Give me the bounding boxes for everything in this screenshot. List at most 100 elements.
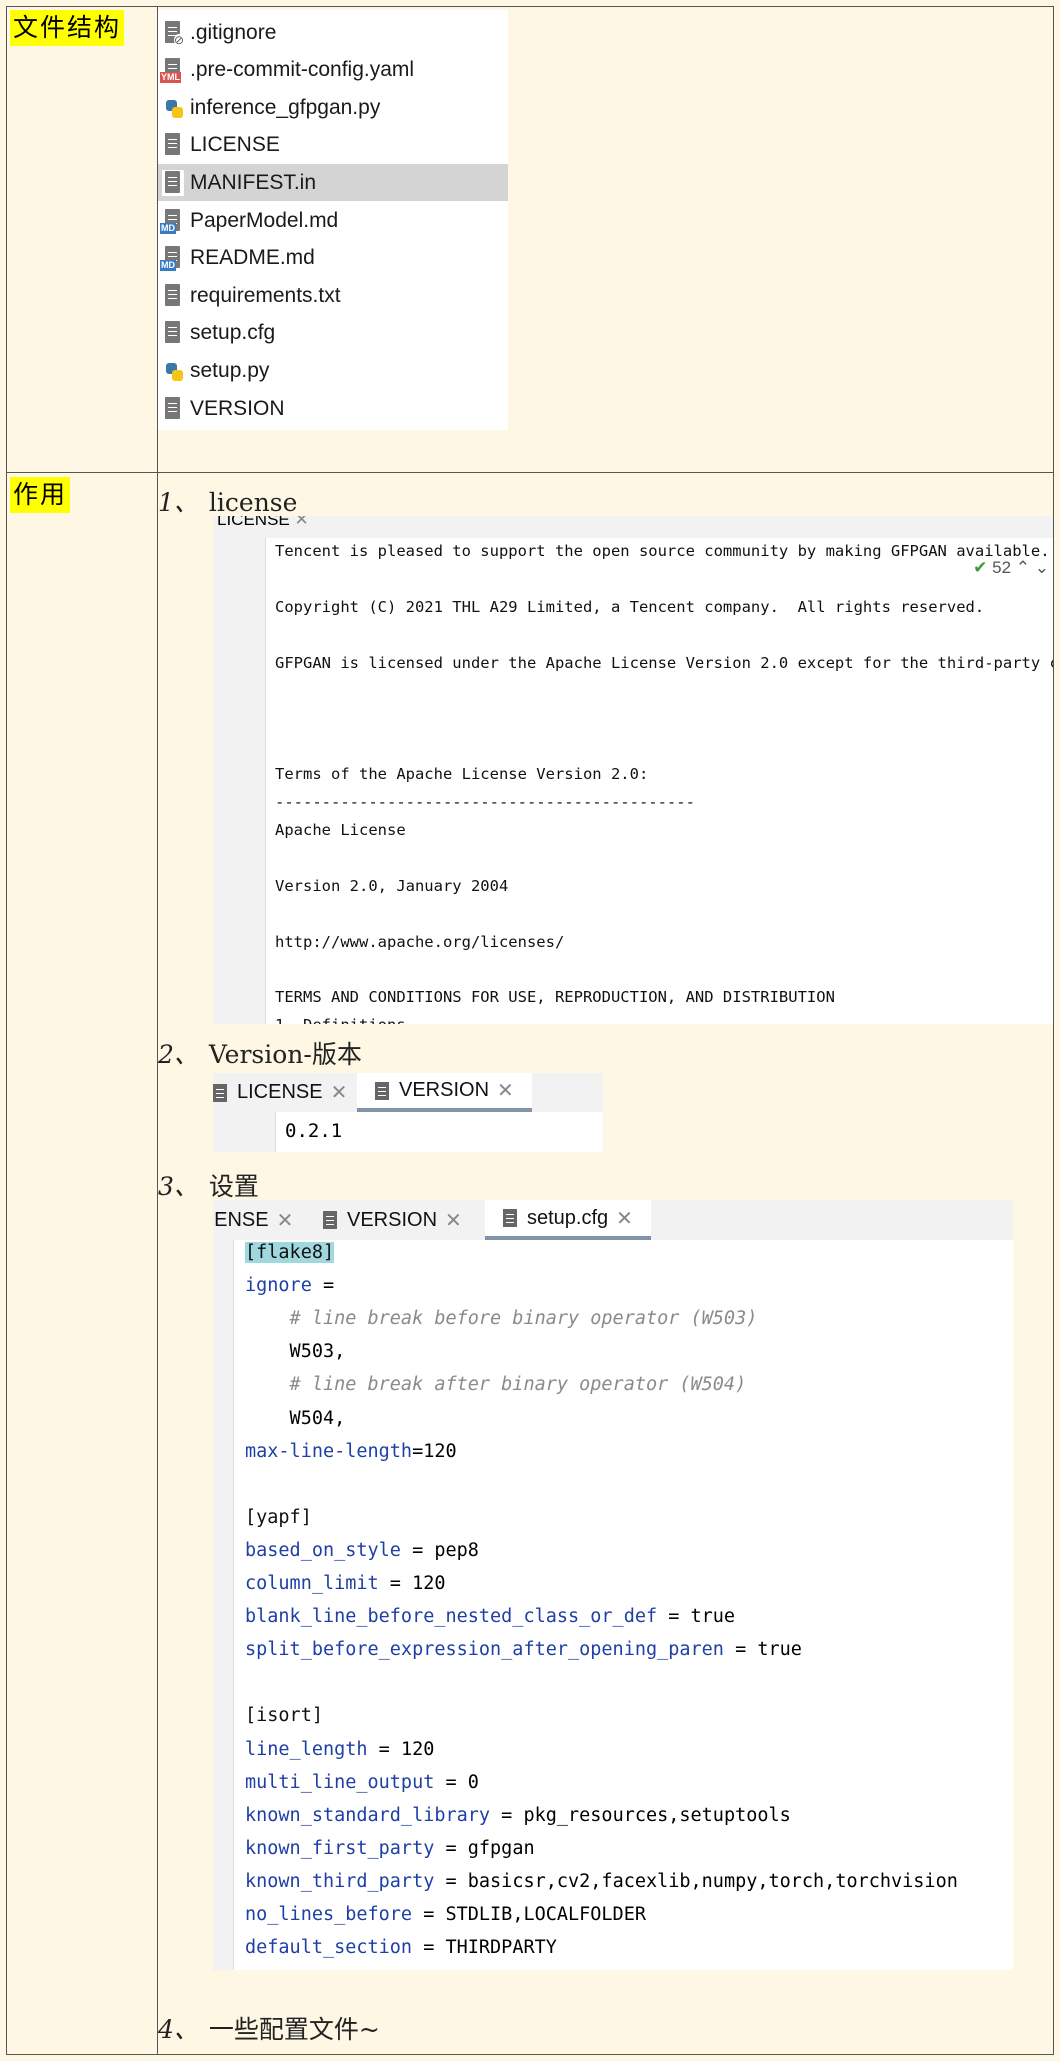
- cfg-tabbar: LICENSE✕ VERSION✕ setup.cfg✕: [213, 1200, 1013, 1240]
- tab-license[interactable]: LICENSE ✕: [217, 516, 309, 530]
- cfg-line: # line break before binary operator (W50…: [245, 1308, 758, 1330]
- chevron-up-icon[interactable]: ⌃: [1016, 558, 1030, 577]
- tree-item-label: LICENSE: [190, 133, 280, 157]
- python-icon: [162, 95, 184, 121]
- file-icon: [375, 1081, 389, 1100]
- gitignore-icon: ⊘: [162, 19, 184, 46]
- tree-item-label: setup.py: [190, 358, 270, 382]
- purpose-label: 作用: [10, 477, 71, 513]
- section-number: 3、: [158, 1172, 199, 1201]
- cfg-line: ignore =: [245, 1275, 335, 1297]
- cfg-line: line_length = 120: [245, 1738, 435, 1760]
- tree-item[interactable]: MD README.md: [158, 240, 508, 277]
- tree-item-label: setup.cfg: [190, 321, 276, 345]
- chevron-down-icon[interactable]: ⌄: [1035, 558, 1049, 577]
- tree-item[interactable]: ⊘ .gitignore: [158, 14, 508, 51]
- cfg-line: multi_line_output = 0: [245, 1771, 479, 1793]
- section-number: 1、: [158, 488, 199, 517]
- python-icon: [162, 358, 184, 384]
- tree-item[interactable]: LICENSE: [158, 127, 508, 164]
- file-icon: [323, 1211, 337, 1229]
- tree-item-label: requirements.txt: [190, 283, 341, 307]
- cfg-line: based_on_style = pep8: [245, 1539, 479, 1561]
- cfg-line: W504,: [245, 1407, 346, 1429]
- tree-item[interactable]: requirements.txt: [158, 277, 508, 314]
- cfg-line: [isort]: [245, 1705, 323, 1727]
- text-file-icon: [162, 320, 184, 347]
- license-line: Version 2.0, January 2004: [275, 876, 509, 895]
- tree-item-label: PaperModel.md: [190, 208, 339, 232]
- cfg-line: known_third_party = basicsr,cv2,facexlib…: [245, 1870, 958, 1892]
- markdown-icon: MD: [160, 207, 184, 234]
- tab-version[interactable]: VERSION ✕: [323, 1200, 462, 1240]
- tab-license[interactable]: LICENSE✕: [213, 1073, 347, 1112]
- tree-item-label: inference_gfpgan.py: [190, 95, 381, 119]
- cfg-line: [flake8]: [245, 1242, 335, 1263]
- section-number: 2、: [158, 1040, 199, 1069]
- tree-item-external-libraries[interactable]: 外部库: [158, 428, 508, 430]
- problem-count: 52: [992, 558, 1012, 577]
- section-title: Version-版本: [208, 1040, 362, 1069]
- tree-item[interactable]: inference_gfpgan.py: [158, 89, 508, 126]
- cfg-line: blank_line_before_nested_class_or_def = …: [245, 1606, 736, 1628]
- license-line: GFPGAN is licensed under the Apache Lice…: [275, 653, 1053, 672]
- close-icon[interactable]: ✕: [497, 1078, 514, 1103]
- line-gutter: [213, 1240, 234, 1970]
- cfg-line: column_limit = 120: [245, 1573, 446, 1594]
- cfg-line: split_before_expression_after_opening_pa…: [245, 1639, 802, 1661]
- version-value: 0.2.1: [285, 1120, 343, 1142]
- tree-item[interactable]: setup.cfg: [158, 315, 508, 352]
- tab-version[interactable]: VERSION ✕: [357, 1073, 532, 1112]
- cfg-line: max-line-length=120: [245, 1440, 457, 1462]
- setup-cfg-editor: [flake8] ignore = # line break before bin…: [213, 1240, 1013, 1970]
- file-icon: [213, 1083, 227, 1102]
- section4-heading: 4、 一些配置文件~: [158, 2010, 380, 2046]
- cfg-line: default_section = THIRDPARTY: [245, 1937, 557, 1959]
- cfg-line: known_standard_library = pkg_resources,s…: [245, 1804, 791, 1826]
- markdown-icon: MD: [160, 245, 184, 272]
- section3-heading: 3、 设置: [158, 1167, 259, 1203]
- text-file-icon: [162, 169, 184, 196]
- row-divider: [7, 472, 1053, 473]
- close-icon[interactable]: ✕: [277, 1208, 294, 1233]
- cfg-line: W503,: [245, 1341, 346, 1363]
- inspection-widget[interactable]: ✔ 52 ⌃ ⌄: [969, 558, 1049, 578]
- tab-license[interactable]: LICENSE✕: [213, 1200, 293, 1240]
- section-title: license: [208, 488, 298, 517]
- cfg-line: no_lines_before = STDLIB,LOCALFOLDER: [245, 1904, 646, 1925]
- tree-item[interactable]: VERSION: [158, 390, 508, 427]
- section-number: 4、: [158, 2015, 199, 2044]
- text-file-icon: [162, 282, 184, 309]
- close-icon[interactable]: ✕: [331, 1080, 348, 1105]
- close-icon[interactable]: ✕: [445, 1208, 462, 1233]
- tree-item-label: VERSION: [190, 396, 285, 420]
- cfg-line: [yapf]: [245, 1506, 312, 1528]
- version-tabbar: LICENSE ✕ VERSION ✕: [213, 1073, 603, 1112]
- project-file-tree: ⊘ .gitignore YML .pre-commit-config.yaml inf…: [158, 10, 508, 430]
- tree-item[interactable]: MD PaperModel.md: [158, 202, 508, 239]
- check-icon: ✔: [973, 558, 988, 577]
- tree-item-label: .gitignore: [190, 20, 277, 44]
- license-line: Copyright (C) 2021 THL A29 Limited, a Te…: [275, 597, 985, 616]
- license-line: ----------------------------------------…: [275, 793, 695, 812]
- license-editor: LICENSE ✕ Tencent is pleased to support …: [213, 516, 1053, 1024]
- tree-item[interactable]: YML .pre-commit-config.yaml: [158, 52, 508, 89]
- tab-setup-cfg[interactable]: setup.cfg ✕: [485, 1200, 651, 1240]
- file-icon: [503, 1209, 517, 1227]
- license-line: http://www.apache.org/licenses/: [275, 932, 565, 951]
- version-editor: 0.2.1: [213, 1112, 603, 1152]
- license-line: Apache License: [275, 821, 406, 839]
- close-icon[interactable]: ✕: [616, 1206, 633, 1231]
- section-title: 一些配置文件~: [208, 2015, 380, 2044]
- tree-item[interactable]: setup.py: [158, 352, 508, 389]
- license-tabbar: LICENSE ✕: [213, 516, 1053, 538]
- tree-item[interactable]: MANIFEST.in: [158, 164, 508, 202]
- tree-item-label: README.md: [190, 246, 315, 270]
- yaml-icon: YML: [160, 57, 184, 84]
- section-title: 设置: [208, 1172, 259, 1201]
- tree-item-label: MANIFEST.in: [190, 170, 317, 194]
- license-line: TERMS AND CONDITIONS FOR USE, REPRODUCTI…: [275, 988, 835, 1007]
- cfg-line: # line break after binary operator (W504…: [245, 1374, 747, 1396]
- license-line: Tencent is pleased to support the open s…: [275, 542, 1050, 560]
- section2-heading: 2、 Version-版本: [158, 1035, 362, 1071]
